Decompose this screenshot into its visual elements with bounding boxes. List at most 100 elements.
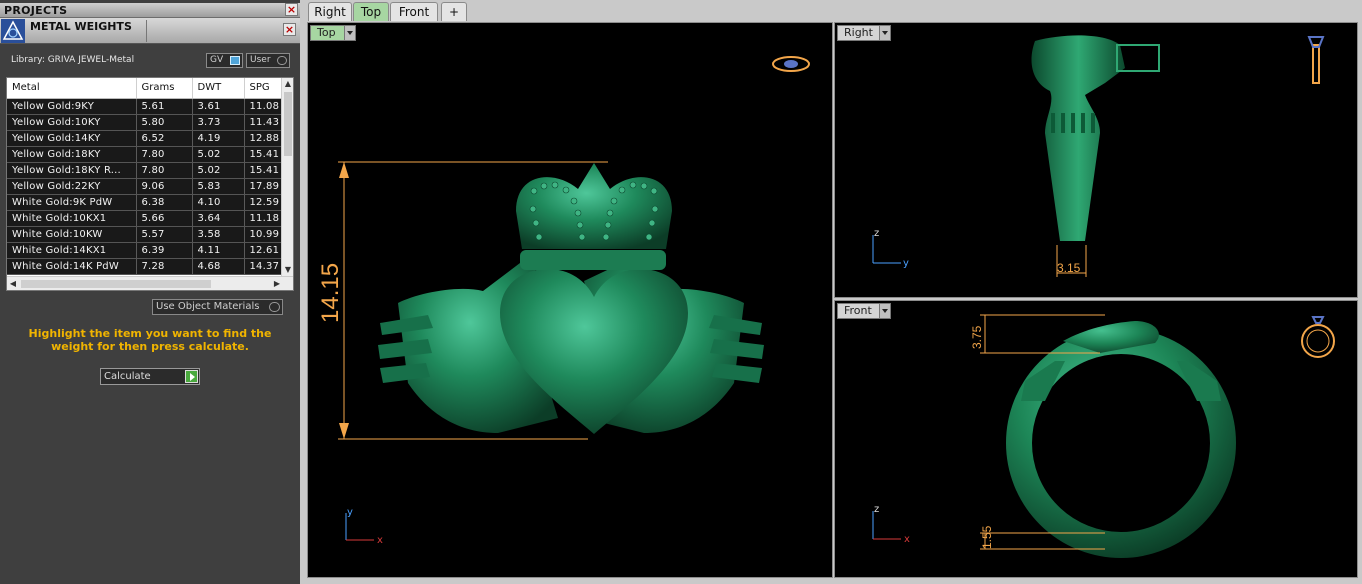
library-label: Library: GRIVA JEWEL-Metal (11, 55, 135, 65)
spg-cell: 14.37 (244, 258, 283, 275)
grams-cell: 6.39 (136, 242, 193, 259)
spg-cell: 12.61 (244, 242, 283, 259)
grams-cell: 5.57 (136, 226, 193, 243)
gv-toggle[interactable]: GV (206, 53, 243, 68)
dwt-cell: 5.83 (192, 178, 245, 195)
chevron-down-icon[interactable] (879, 304, 890, 318)
metal-table-body: Yellow Gold:9KY 5.61 3.61 11.08 Yellow Gold:… (7, 98, 283, 275)
ring-top-view-icon (772, 56, 810, 72)
use-object-materials-label: Use Object Materials (156, 301, 260, 312)
dwt-cell: 3.73 (192, 114, 245, 131)
grams-cell: 5.61 (136, 98, 193, 115)
add-tab-button[interactable]: + (441, 2, 467, 21)
grams-cell: 9.06 (136, 178, 193, 195)
viewport-label-front[interactable]: Front (837, 303, 891, 319)
table-row[interactable]: Yellow Gold:22KY 9.06 5.83 17.89 (7, 178, 283, 195)
user-toggle[interactable]: User (246, 53, 290, 68)
axis-label-y: y (903, 258, 909, 269)
dwt-cell: 3.58 (192, 226, 245, 243)
metal-weights-header: METAL WEIGHTS × (0, 18, 300, 44)
axis-gizmo: z y (872, 228, 909, 269)
close-projects-icon[interactable]: × (285, 3, 298, 16)
top-viewport[interactable]: 14.15 y x Top (307, 22, 833, 578)
dwt-cell: 4.68 (192, 258, 245, 275)
grams-cell: 5.80 (136, 114, 193, 131)
table-row[interactable]: White Gold:10KX1 5.66 3.64 11.18 (7, 210, 283, 227)
column-header-spg[interactable]: SPG (244, 78, 283, 99)
dwt-cell: 5.02 (192, 146, 245, 163)
viewport-label-top-text: Top (317, 26, 336, 39)
horizontal-scrollbar[interactable]: ◀ ▶ (7, 276, 293, 290)
table-row[interactable]: Yellow Gold:9KY 5.61 3.61 11.08 (7, 98, 283, 115)
axis-label-z: z (874, 504, 879, 515)
viewport-label-front-text: Front (844, 304, 872, 317)
left-panel: PROJECTS × METAL WEIGHTS × Library: GRIV… (0, 0, 300, 584)
gv-toggle-label: GV (210, 55, 224, 65)
projects-title: PROJECTS (4, 4, 68, 17)
viewport-label-right-text: Right (844, 26, 873, 39)
pendant-side-icon (1307, 36, 1325, 84)
spg-cell: 11.08 (244, 98, 283, 115)
tab-top[interactable]: Top (353, 2, 389, 21)
metal-cell: White Gold:14KX1 (7, 242, 137, 259)
tab-right[interactable]: Right (308, 2, 352, 21)
metal-cell: Yellow Gold:18KY (7, 146, 137, 163)
dwt-cell: 4.10 (192, 194, 245, 211)
spg-cell: 15.41 (244, 162, 283, 179)
metal-table: Metal Grams DWT SPG Yellow Gold:9KY 5.61 3… (6, 77, 294, 291)
chevron-down-icon[interactable] (344, 26, 355, 40)
grams-cell: 5.66 (136, 210, 193, 227)
viewport-label-top[interactable]: Top (310, 25, 356, 41)
vertical-scroll-thumb[interactable] (284, 92, 292, 156)
dwt-cell: 4.11 (192, 242, 245, 259)
right-view-model: 3.15 z y (872, 35, 1325, 277)
dwt-cell: 4.19 (192, 130, 245, 147)
dimension-label-width: 3.15 (1057, 261, 1081, 275)
horizontal-scroll-thumb[interactable] (21, 280, 211, 288)
metal-cell: White Gold:10KW (7, 226, 137, 243)
table-row[interactable]: Yellow Gold:18KY 7.80 5.02 15.41 (7, 146, 283, 163)
right-viewport[interactable]: 3.15 z y Right (834, 22, 1358, 298)
spg-cell: 17.89 (244, 178, 283, 195)
table-row[interactable]: White Gold:10KW 5.57 3.58 10.99 (7, 226, 283, 243)
grams-cell: 7.80 (136, 162, 193, 179)
table-row[interactable]: White Gold:14KX1 6.39 4.11 12.61 (7, 242, 283, 259)
scroll-left-icon[interactable]: ◀ (7, 277, 19, 290)
chevron-down-icon[interactable] (879, 26, 890, 40)
metal-cell: Yellow Gold:10KY (7, 114, 137, 131)
table-row[interactable]: Yellow Gold:18KY R... 7.80 5.02 15.41 (7, 162, 283, 179)
user-toggle-label: User (250, 55, 271, 65)
front-viewport[interactable]: 3.75 1.55 z x Front (834, 300, 1358, 578)
spg-cell: 12.59 (244, 194, 283, 211)
metal-cell: Yellow Gold:18KY R... (7, 162, 137, 179)
projects-bar: PROJECTS × (0, 3, 300, 18)
column-header-metal[interactable]: Metal (7, 78, 137, 99)
dimension-label-height: 14.15 (317, 263, 344, 323)
table-row[interactable]: White Gold:9K PdW 6.38 4.10 12.59 (7, 194, 283, 211)
instruction-text: Highlight the item you want to find the … (28, 327, 272, 353)
viewport-label-right[interactable]: Right (837, 25, 891, 41)
table-row[interactable]: Yellow Gold:14KY 6.52 4.19 12.88 (7, 130, 283, 147)
vertical-scrollbar[interactable]: ▲ ▼ (281, 78, 293, 276)
tab-front[interactable]: Front (390, 2, 438, 21)
scroll-up-icon[interactable]: ▲ (282, 78, 293, 90)
dwt-cell: 5.02 (192, 162, 245, 179)
axis-gizmo: z x (872, 504, 910, 545)
calculate-button[interactable]: Calculate (100, 368, 200, 385)
column-header-grams[interactable]: Grams (136, 78, 193, 99)
table-row[interactable]: Yellow Gold:10KY 5.80 3.73 11.43 (7, 114, 283, 131)
grams-cell: 7.80 (136, 146, 193, 163)
spg-cell: 12.88 (244, 130, 283, 147)
grams-cell: 7.28 (136, 258, 193, 275)
column-header-dwt[interactable]: DWT (192, 78, 245, 99)
close-metal-weights-icon[interactable]: × (283, 23, 296, 36)
axis-label-z: z (874, 228, 879, 239)
scroll-right-icon[interactable]: ▶ (271, 277, 283, 290)
dimension-label-bottom: 1.55 (980, 525, 994, 549)
use-object-materials-toggle[interactable]: Use Object Materials (152, 299, 283, 315)
scroll-down-icon[interactable]: ▼ (282, 264, 293, 276)
user-toggle-knob-icon (277, 56, 287, 65)
ring-front-icon (1301, 316, 1335, 358)
table-row[interactable]: White Gold:14K PdW 7.28 4.68 14.37 (7, 258, 283, 275)
dimension-label-top: 3.75 (970, 325, 984, 349)
